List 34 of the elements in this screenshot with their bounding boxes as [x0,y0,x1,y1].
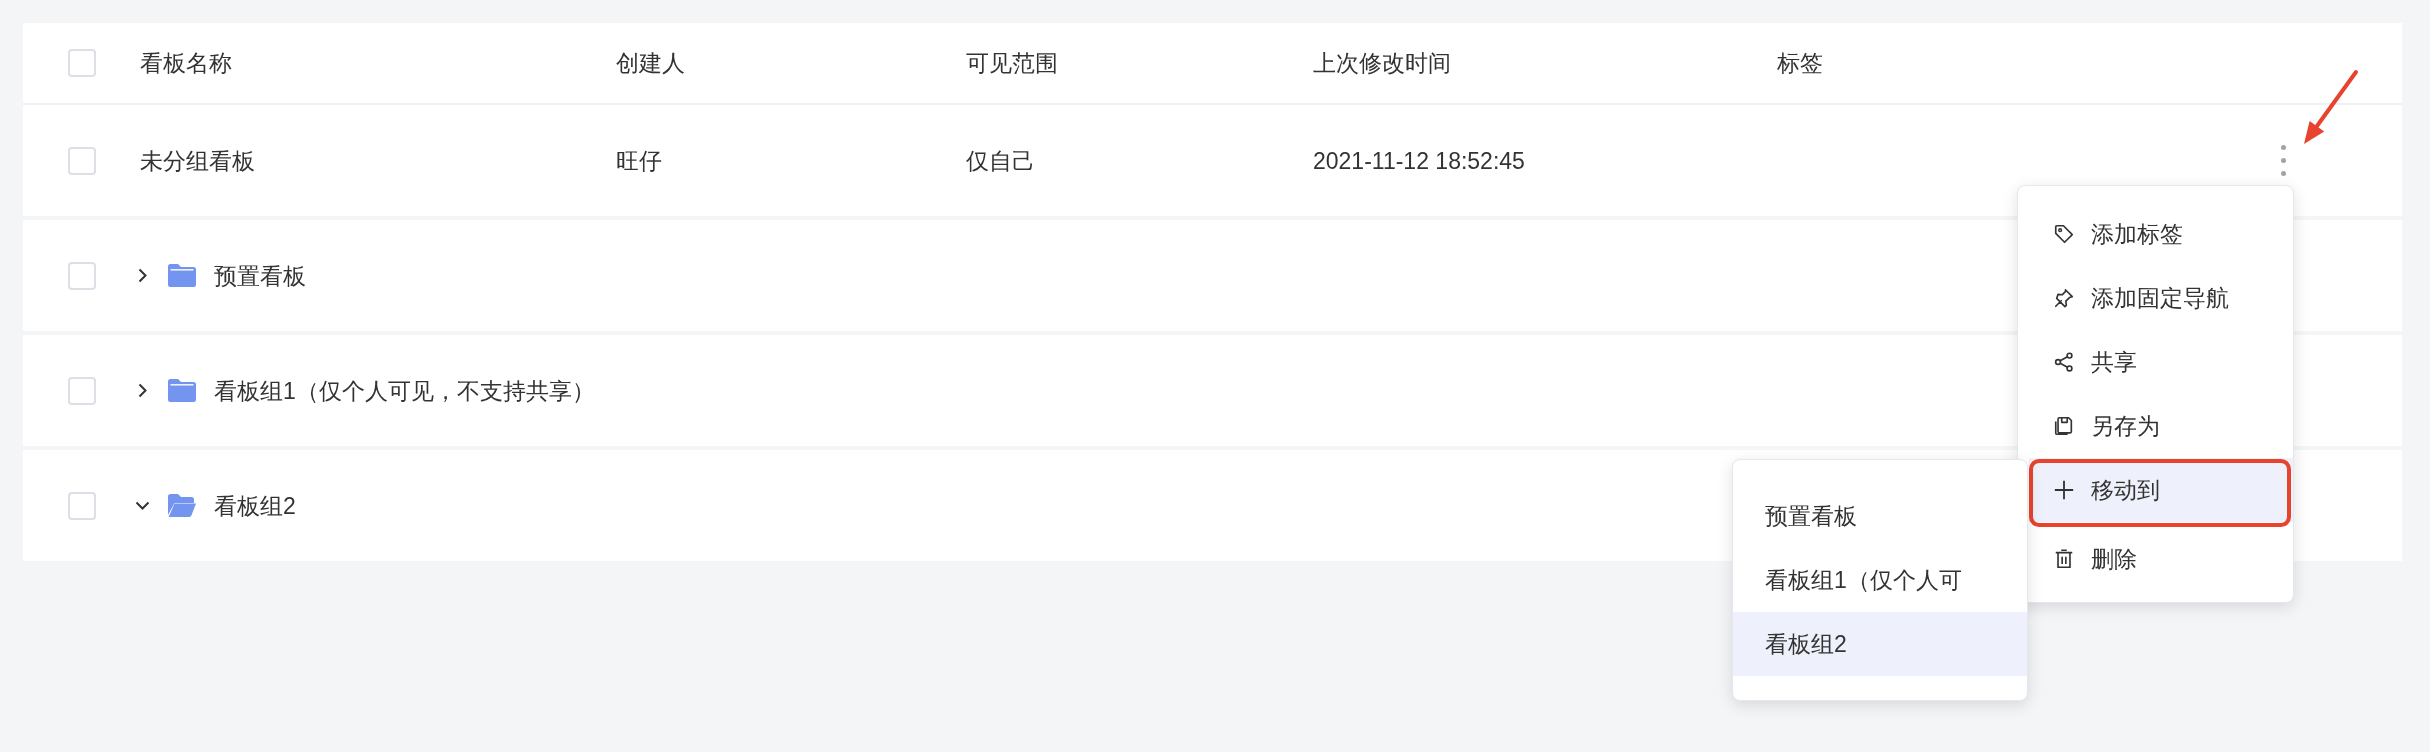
column-header: 可见范围 [966,49,1058,78]
group-name: 看板组1（仅个人可见，不支持共享） [214,376,595,406]
column-header: 标签 [1777,49,1823,78]
checkbox[interactable] [68,49,96,77]
group-name: 看板组2 [214,491,296,521]
column-header: 创建人 [616,49,685,78]
visibility-text: 仅自己 [966,146,1035,176]
submenu-item[interactable]: 预置看板 [1733,484,2027,548]
folder-icon [168,494,196,517]
board-name: 未分组看板 [140,146,255,176]
more-icon [2280,145,2286,176]
chevron-right-icon [137,268,147,283]
plus-icon [2053,479,2075,501]
column-header: 上次修改时间 [1313,49,1451,78]
trash-icon [2053,548,2075,570]
checkbox[interactable] [68,491,96,520]
submenu-item[interactable]: 看板组2 [1733,612,2027,676]
share-icon [2053,351,2075,373]
submenu-item[interactable]: 看板组1（仅个人可 [1733,548,2027,612]
menu-item[interactable]: 移动到 [2029,458,2293,522]
folder-icon [168,264,196,287]
checkbox[interactable] [68,376,96,405]
save-icon [2053,415,2075,437]
modified-time: 2021-11-12 18:52:45 [1313,146,1525,176]
chevron-right-icon [137,383,147,398]
column-header: 看板名称 [140,49,232,78]
checkbox[interactable] [68,261,96,290]
checkbox[interactable] [68,146,96,175]
folder-icon [168,379,196,402]
chevron-down-icon [134,501,150,510]
pushpin-icon [2053,287,2075,309]
creator-name: 旺仔 [616,146,662,176]
group-name: 预置看板 [214,261,306,291]
tag-icon [2053,223,2075,245]
